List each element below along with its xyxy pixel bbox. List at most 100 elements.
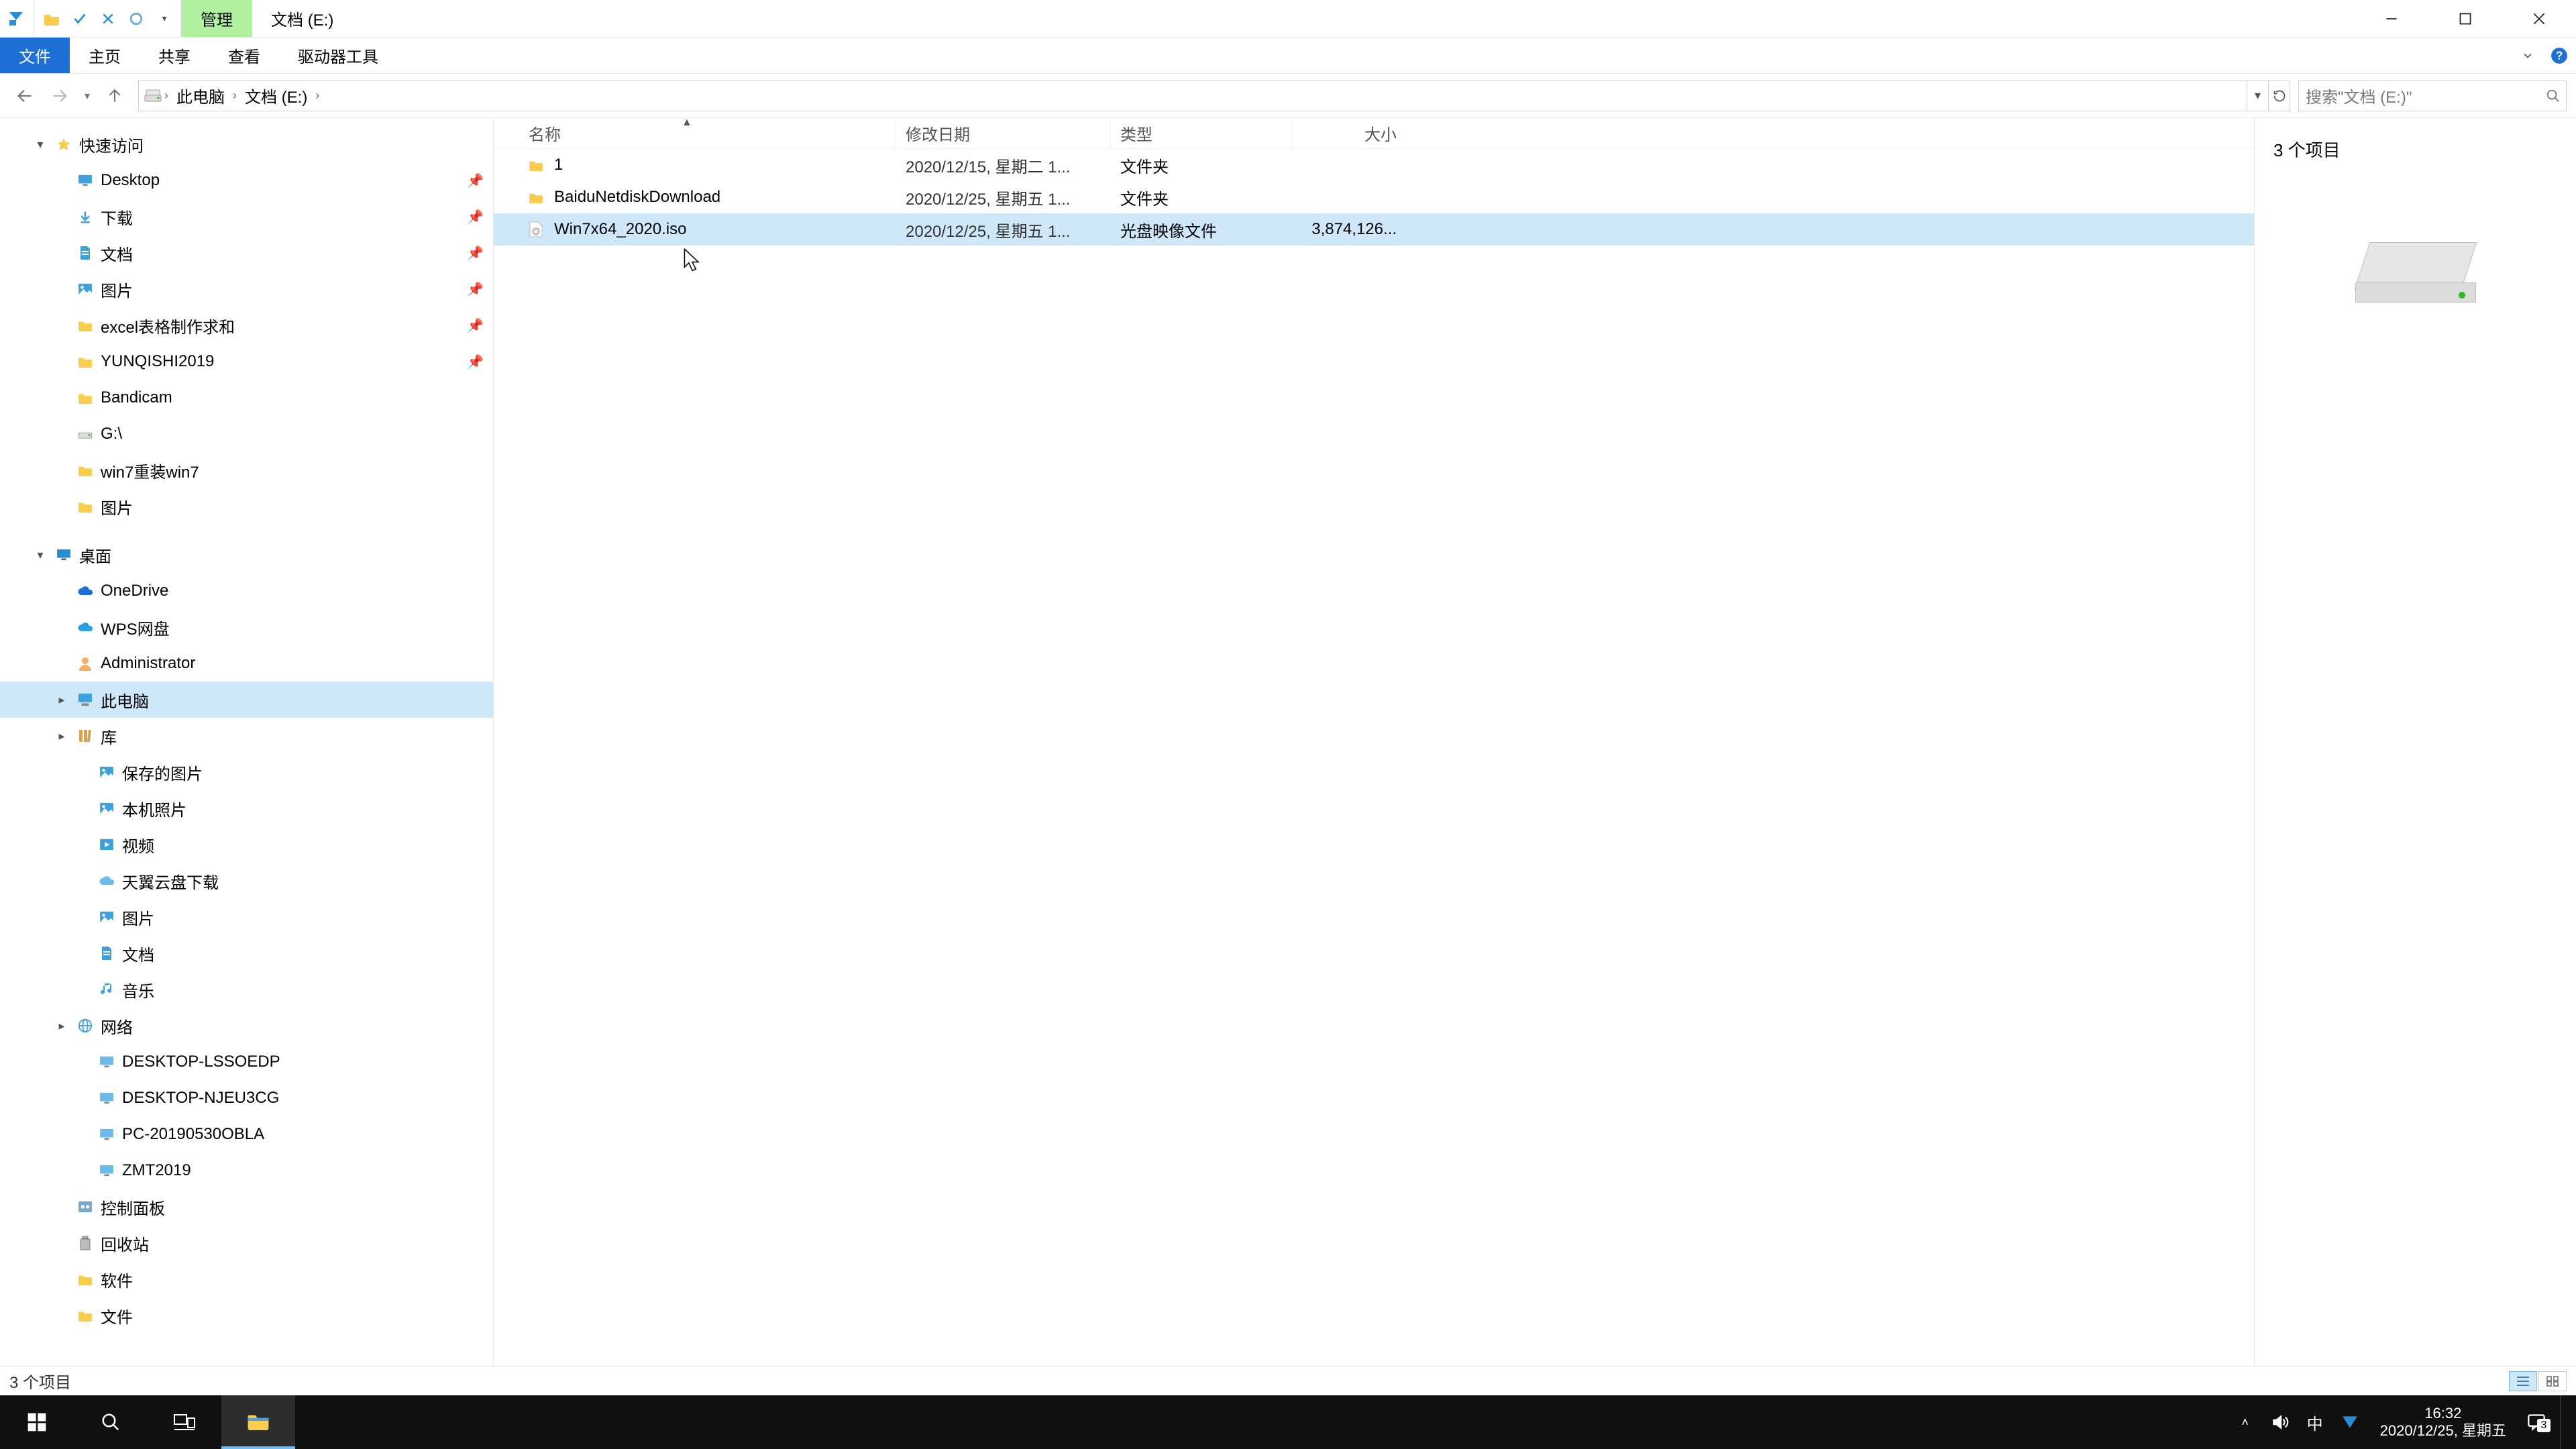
tree-item[interactable]: OneDrive <box>0 573 493 609</box>
tree-item[interactable]: 文档 <box>0 935 493 971</box>
tree-item[interactable]: 保存的图片 <box>0 754 493 790</box>
qat-folder-button[interactable] <box>41 8 62 30</box>
file-list-header[interactable]: 名称 ▲ 修改日期 类型 大小 <box>494 118 2254 149</box>
task-view-button[interactable] <box>148 1395 221 1449</box>
navigation-tree[interactable]: ▾快速访问Desktop📌下载📌文档📌图片📌excel表格制作求和📌YUNQIS… <box>0 118 494 1366</box>
search-icon[interactable] <box>2546 89 2561 103</box>
tree-item[interactable]: ▸库 <box>0 718 493 754</box>
tree-item[interactable]: DESKTOP-NJEU3CG <box>0 1080 493 1116</box>
file-list-body[interactable]: 12020/12/15, 星期二 1...文件夹BaiduNetdiskDown… <box>494 149 2254 1366</box>
breadcrumb-segment[interactable]: 文档 (E:) <box>239 84 313 107</box>
details-view-button[interactable] <box>2509 1371 2537 1391</box>
nav-recent-chevron[interactable]: ▾ <box>79 80 95 111</box>
volume-icon[interactable] <box>2269 1413 2292 1431</box>
minimize-button[interactable] <box>2355 0 2428 37</box>
tree-item[interactable]: 本机照片 <box>0 790 493 826</box>
tree-item-label: 快速访问 <box>79 133 493 156</box>
tree-item[interactable]: win7重装win7 <box>0 452 493 488</box>
ribbon-share[interactable]: 共享 <box>140 38 209 73</box>
tree-item[interactable]: ▾ 快速访问 <box>0 126 493 162</box>
ribbon-context-tab[interactable]: 管理 <box>181 0 252 37</box>
nav-forward-button[interactable] <box>44 80 75 111</box>
breadcrumb[interactable]: › 此电脑 › 文档 (E:) › ▾ <box>138 80 2290 111</box>
tree-caret[interactable]: ▸ <box>48 729 75 743</box>
tree-item[interactable]: 视频 <box>0 826 493 863</box>
ribbon-view[interactable]: 查看 <box>209 38 279 73</box>
tree-item[interactable]: 回收站 <box>0 1225 493 1261</box>
tree-caret[interactable]: ▾ <box>27 138 54 152</box>
doc-icon <box>75 246 95 260</box>
file-row[interactable]: 12020/12/15, 星期二 1...文件夹 <box>494 149 2254 181</box>
tree-item[interactable]: ▸此电脑 <box>0 682 493 718</box>
onedrive-icon <box>75 586 95 596</box>
help-button[interactable]: ? <box>2542 38 2576 73</box>
tree-item[interactable]: 下载📌 <box>0 199 493 235</box>
qat-close-icon[interactable] <box>97 8 119 30</box>
pin-icon: 📌 <box>467 317 484 334</box>
nav-back-button[interactable] <box>9 80 40 111</box>
tree-item[interactable]: 图片 <box>0 899 493 935</box>
ribbon-drive-tools[interactable]: 驱动器工具 <box>279 38 397 73</box>
qat-overflow-chevron[interactable]: ▾ <box>154 8 175 30</box>
column-type[interactable]: 类型 <box>1111 118 1292 148</box>
icons-view-button[interactable] <box>2538 1371 2567 1391</box>
tree-item[interactable]: 软件 <box>0 1261 493 1297</box>
tree-item[interactable]: ▾桌面 <box>0 537 493 573</box>
tree-item[interactable]: 图片 <box>0 488 493 525</box>
tree-item[interactable]: 音乐 <box>0 971 493 1008</box>
tree-item[interactable]: Administrator <box>0 645 493 682</box>
tree-item[interactable]: PC-20190530OBLA <box>0 1116 493 1152</box>
search-input[interactable]: 搜索"文档 (E:)" <box>2298 80 2567 111</box>
chevron-right-icon[interactable]: › <box>233 89 237 103</box>
tree-item[interactable]: G:\ <box>0 416 493 452</box>
tree-item[interactable]: Bandicam <box>0 380 493 416</box>
pic-icon <box>97 911 117 923</box>
tree-item[interactable]: 文件 <box>0 1297 493 1334</box>
ribbon-home[interactable]: 主页 <box>70 38 140 73</box>
file-row[interactable]: BaiduNetdiskDownload2020/12/25, 星期五 1...… <box>494 181 2254 213</box>
close-button[interactable] <box>2502 0 2576 37</box>
pin-icon: 📌 <box>467 245 484 262</box>
tree-item[interactable]: 图片📌 <box>0 271 493 307</box>
qat-gear-icon[interactable] <box>125 8 147 30</box>
tree-item[interactable]: 天翼云盘下载 <box>0 863 493 899</box>
view-toggle <box>2509 1371 2567 1391</box>
tree-item[interactable]: WPS网盘 <box>0 609 493 645</box>
tree-item[interactable]: excel表格制作求和📌 <box>0 307 493 343</box>
chevron-right-icon[interactable]: › <box>164 89 168 103</box>
wps-icon <box>75 622 95 633</box>
taskbar-explorer-button[interactable] <box>221 1395 295 1449</box>
ime-indicator[interactable]: 中 <box>2304 1411 2326 1434</box>
start-button[interactable] <box>0 1395 74 1449</box>
tree-item[interactable]: 文档📌 <box>0 235 493 271</box>
taskbar-clock[interactable]: 16:32 2020/12/25, 星期五 <box>2373 1405 2513 1440</box>
column-name[interactable]: 名称 ▲ <box>494 118 896 148</box>
tree-item[interactable]: 控制面板 <box>0 1189 493 1225</box>
ribbon-collapse-chevron[interactable] <box>2513 38 2542 73</box>
download-icon <box>75 210 95 223</box>
tree-item[interactable]: ZMT2019 <box>0 1152 493 1189</box>
file-row[interactable]: Win7x64_2020.iso2020/12/25, 星期五 1...光盘映像… <box>494 213 2254 246</box>
qat-check-icon[interactable] <box>69 8 91 30</box>
tree-item[interactable]: YUNQISHI2019📌 <box>0 343 493 380</box>
action-center-button[interactable]: 3 <box>2525 1413 2548 1431</box>
nav-up-button[interactable] <box>99 80 130 111</box>
ribbon-file[interactable]: 文件 <box>0 38 70 73</box>
breadcrumb-segment[interactable]: 此电脑 <box>171 84 230 107</box>
column-date[interactable]: 修改日期 <box>896 118 1111 148</box>
tree-item[interactable]: ▸网络 <box>0 1008 493 1044</box>
tray-overflow-chevron[interactable]: ˄ <box>2234 1415 2257 1430</box>
column-size[interactable]: 大小 <box>1292 118 1406 148</box>
tree-caret[interactable]: ▾ <box>27 548 54 562</box>
tray-app-icon[interactable] <box>2339 1413 2361 1431</box>
breadcrumb-dropdown[interactable]: ▾ <box>2247 81 2268 111</box>
maximize-button[interactable] <box>2428 0 2502 37</box>
chevron-right-icon[interactable]: › <box>315 89 319 103</box>
tree-item[interactable]: DESKTOP-LSSOEDP <box>0 1044 493 1080</box>
taskbar-search-button[interactable] <box>74 1395 148 1449</box>
tree-caret[interactable]: ▸ <box>48 693 75 707</box>
tree-item[interactable]: Desktop📌 <box>0 162 493 199</box>
show-desktop-button[interactable] <box>2560 1395 2567 1449</box>
tree-caret[interactable]: ▸ <box>48 1019 75 1033</box>
refresh-button[interactable] <box>2268 81 2290 111</box>
